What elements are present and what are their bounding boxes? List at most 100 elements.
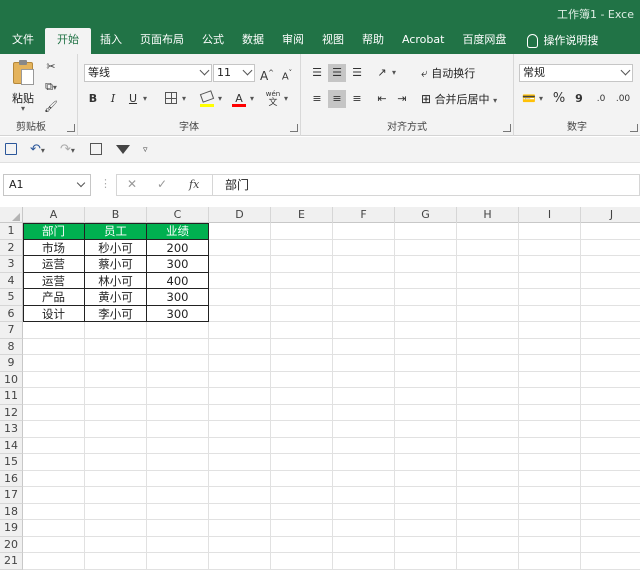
tab-home[interactable]: 开始 <box>45 28 91 54</box>
align-top-icon[interactable]: ☰ <box>308 64 326 82</box>
orientation-dropdown-icon[interactable]: ▾ <box>389 64 399 82</box>
table-cell[interactable]: 设计 <box>23 306 84 323</box>
borders-dropdown-icon[interactable]: ▾ <box>179 90 189 108</box>
table-cell[interactable]: 300 <box>147 256 208 273</box>
phonetic-guide-button[interactable]: wén 文 <box>264 90 282 108</box>
table-cell[interactable]: 秒小可 <box>85 240 146 257</box>
row-header-14[interactable]: 14 <box>0 437 23 454</box>
bold-button[interactable]: B <box>84 90 102 108</box>
row-header-20[interactable]: 20 <box>0 536 23 553</box>
column-header-g[interactable]: G <box>395 207 457 223</box>
increase-decimal-button[interactable]: .0 <box>592 90 610 108</box>
shrink-font-button[interactable]: A˅ <box>278 64 296 82</box>
table-cell[interactable]: 200 <box>147 240 208 257</box>
table-header-cell[interactable]: 业绩 <box>147 223 208 240</box>
grow-font-button[interactable]: A^ <box>258 64 276 83</box>
row-header-18[interactable]: 18 <box>0 503 23 520</box>
row-header-19[interactable]: 19 <box>0 520 23 537</box>
copy-icon[interactable]: ⧉▾ <box>42 78 60 96</box>
row-header-10[interactable]: 10 <box>0 371 23 388</box>
row-header-21[interactable]: 21 <box>0 553 23 570</box>
print-preview-icon[interactable] <box>90 141 102 159</box>
row-header-2[interactable]: 2 <box>0 239 23 256</box>
fill-color-icon[interactable] <box>198 90 216 108</box>
italic-button[interactable]: I <box>104 90 122 108</box>
confirm-entry-icon[interactable]: ✓ <box>157 177 167 191</box>
decrease-indent-icon[interactable]: ⇤ <box>373 90 391 108</box>
column-header-h[interactable]: H <box>457 207 519 223</box>
number-format-select[interactable]: 常规 <box>519 64 633 82</box>
format-painter-icon[interactable]: 🖌 <box>42 98 60 116</box>
align-center-icon[interactable]: ≡ <box>328 90 346 108</box>
number-launcher-icon[interactable] <box>630 124 638 132</box>
cut-icon[interactable]: ✂ <box>42 58 60 76</box>
row-header-9[interactable]: 9 <box>0 355 23 372</box>
column-header-a[interactable]: A <box>23 207 85 223</box>
increase-indent-icon[interactable]: ⇥ <box>393 90 411 108</box>
borders-icon[interactable] <box>162 90 180 108</box>
alignment-launcher-icon[interactable] <box>503 124 511 132</box>
font-name-select[interactable]: 等线 <box>84 64 212 82</box>
insert-function-button[interactable]: fx <box>189 178 199 191</box>
row-header-4[interactable]: 4 <box>0 272 23 289</box>
font-launcher-icon[interactable] <box>290 124 298 132</box>
row-header-3[interactable]: 3 <box>0 256 23 273</box>
column-header-j[interactable]: J <box>581 207 640 223</box>
table-header-cell[interactable]: 部门 <box>23 223 84 240</box>
table-header-cell[interactable]: 员工 <box>85 223 146 240</box>
row-header-8[interactable]: 8 <box>0 338 23 355</box>
filter-icon[interactable] <box>116 141 130 159</box>
tab-insert[interactable]: 插入 <box>91 28 131 54</box>
table-cell[interactable]: 运营 <box>23 273 84 290</box>
row-header-5[interactable]: 5 <box>0 289 23 306</box>
percent-style-button[interactable]: % <box>550 90 568 108</box>
table-cell[interactable]: 400 <box>147 273 208 290</box>
accounting-dropdown-icon[interactable]: ▾ <box>536 90 546 108</box>
row-header-6[interactable]: 6 <box>0 305 23 322</box>
wrap-text-button[interactable]: ⤶ 自动换行 <box>421 64 475 82</box>
tab-view[interactable]: 视图 <box>313 28 353 54</box>
underline-dropdown-icon[interactable]: ▾ <box>140 90 150 108</box>
clipboard-launcher-icon[interactable] <box>67 124 75 132</box>
font-color-dropdown-icon[interactable]: ▾ <box>247 90 257 108</box>
formula-input[interactable]: 部门 <box>212 174 640 196</box>
table-cell[interactable]: 市场 <box>23 240 84 257</box>
fill-color-dropdown-icon[interactable]: ▾ <box>215 90 225 108</box>
row-header-12[interactable]: 12 <box>0 404 23 421</box>
cancel-entry-icon[interactable]: ✕ <box>127 177 137 191</box>
decrease-decimal-button[interactable]: .00 <box>612 90 634 108</box>
tab-file[interactable]: 文件 <box>0 28 45 54</box>
tab-formulas[interactable]: 公式 <box>193 28 233 54</box>
column-header-e[interactable]: E <box>271 207 333 223</box>
table-cell[interactable]: 蔡小可 <box>85 256 146 273</box>
tell-me-search[interactable]: 操作说明搜 <box>515 28 607 54</box>
font-size-select[interactable]: 11 <box>213 64 255 82</box>
tab-page-layout[interactable]: 页面布局 <box>131 28 193 54</box>
comma-style-button[interactable]: 9 <box>570 90 588 108</box>
row-header-16[interactable]: 16 <box>0 470 23 487</box>
column-header-f[interactable]: F <box>333 207 395 223</box>
row-header-11[interactable]: 11 <box>0 388 23 405</box>
table-cell[interactable]: 300 <box>147 289 208 306</box>
column-header-d[interactable]: D <box>209 207 271 223</box>
align-bottom-icon[interactable]: ☰ <box>348 64 366 82</box>
customize-qat-icon[interactable]: ▿ <box>143 141 148 159</box>
row-header-1[interactable]: 1 <box>0 223 23 240</box>
merge-center-button[interactable]: ⊞ 合并后居中 ▾ <box>421 90 497 108</box>
table-cell[interactable]: 300 <box>147 306 208 323</box>
save-icon[interactable] <box>5 141 17 159</box>
row-header-17[interactable]: 17 <box>0 487 23 504</box>
table-cell[interactable]: 林小可 <box>85 273 146 290</box>
worksheet-grid[interactable]: ABCDEFGHIJ 1 2 3 4 5 6 7 8 9 10 11 12 13 14 15 16 17 18 19… <box>0 207 640 570</box>
table-cell[interactable]: 黄小可 <box>85 289 146 306</box>
table-cell[interactable]: 李小可 <box>85 306 146 323</box>
tab-help[interactable]: 帮助 <box>353 28 393 54</box>
table-cell[interactable]: 产品 <box>23 289 84 306</box>
paste-button[interactable]: 粘贴 ▾ <box>8 58 42 114</box>
redo-icon[interactable]: ↷▾ <box>60 141 75 159</box>
tab-acrobat[interactable]: Acrobat <box>393 28 453 54</box>
column-header-b[interactable]: B <box>85 207 147 223</box>
tab-baidu-netdisk[interactable]: 百度网盘 <box>453 28 515 54</box>
tab-data[interactable]: 数据 <box>233 28 273 54</box>
column-header-c[interactable]: C <box>147 207 209 223</box>
